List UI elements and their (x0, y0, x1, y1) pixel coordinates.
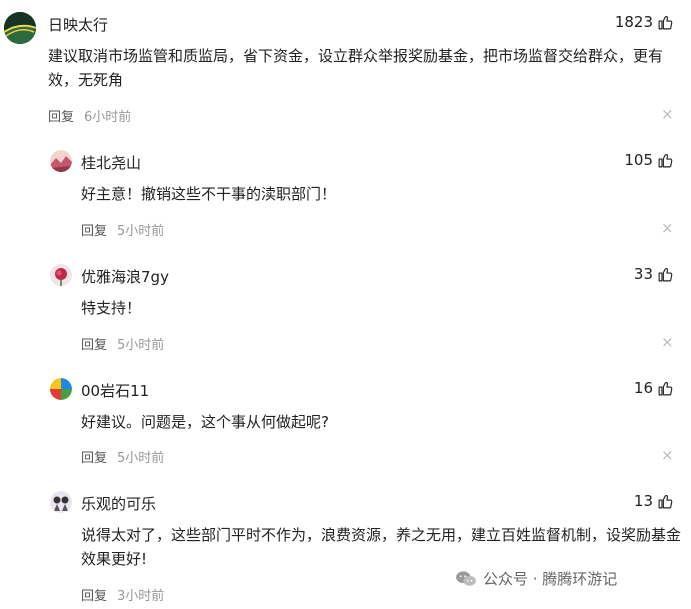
avatar[interactable] (50, 491, 72, 513)
thumbs-up-icon (658, 495, 673, 509)
thumbs-up-icon (658, 268, 673, 282)
comment-meta: 回复 5小时前 (81, 447, 164, 466)
reply-button[interactable]: 回复 (81, 338, 107, 353)
reply-button[interactable]: 回复 (81, 589, 107, 604)
thumbs-up-icon (658, 382, 673, 396)
watermark: 公众号 · 腾腾环游记 (455, 568, 617, 589)
close-icon[interactable]: × (661, 448, 674, 463)
timestamp: 5小时前 (117, 451, 165, 466)
comment-text: 好主意！撤销这些不干事的渎职部门！ (81, 185, 337, 203)
comment-meta: 回复 5小时前 (81, 334, 164, 353)
wechat-icon (456, 570, 476, 586)
comment-meta: 回复 5小时前 (81, 220, 164, 239)
like-button[interactable]: 13 (634, 493, 674, 510)
like-count: 13 (633, 492, 653, 510)
comment-meta: 回复 6小时前 (48, 106, 131, 125)
like-count: 1823 (614, 13, 653, 31)
like-button[interactable]: 105 (624, 152, 674, 169)
username[interactable]: 优雅海浪7gy (81, 266, 169, 287)
close-icon[interactable]: × (661, 107, 674, 122)
like-button[interactable]: 33 (634, 266, 674, 283)
close-icon[interactable]: × (661, 221, 674, 236)
username[interactable]: 乐观的可乐 (81, 493, 156, 514)
comment-text: 特支持！ (81, 299, 142, 317)
like-count: 16 (633, 379, 653, 397)
timestamp: 5小时前 (117, 338, 165, 353)
timestamp: 3小时前 (117, 589, 165, 604)
like-button[interactable]: 16 (634, 380, 674, 397)
comment-text: 说得太对了，这些部门平时不作为，浪费资源，养之无用，建立百姓监督机制，设奖励基金… (81, 526, 682, 568)
like-count: 33 (633, 265, 653, 283)
like-count: 105 (624, 151, 653, 169)
watermark-text: 公众号 · 腾腾环游记 (483, 570, 618, 588)
comment-text: 建议取消市场监管和质监局，省下资金，设立群众举报奖励基金，把市场监督交给群众，更… (48, 47, 664, 89)
avatar[interactable] (50, 378, 72, 400)
reply-button[interactable]: 回复 (81, 451, 107, 466)
username[interactable]: 桂北尧山 (81, 152, 141, 173)
comment-meta: 回复 3小时前 (81, 585, 164, 604)
avatar[interactable] (50, 150, 72, 172)
thumbs-up-icon (658, 154, 673, 168)
timestamp: 6小时前 (84, 110, 132, 125)
timestamp: 5小时前 (117, 224, 165, 239)
comment-text: 好建议。问题是，这个事从何做起呢? (81, 413, 329, 431)
username[interactable]: 00岩石11 (81, 380, 149, 401)
close-icon[interactable]: × (661, 335, 674, 350)
reply-button[interactable]: 回复 (48, 110, 74, 125)
like-button[interactable]: 1823 (615, 14, 674, 31)
reply-button[interactable]: 回复 (81, 224, 107, 239)
avatar[interactable] (4, 12, 36, 44)
username[interactable]: 日映太行 (48, 14, 108, 35)
thumbs-up-icon (658, 16, 673, 30)
avatar[interactable] (50, 264, 72, 286)
